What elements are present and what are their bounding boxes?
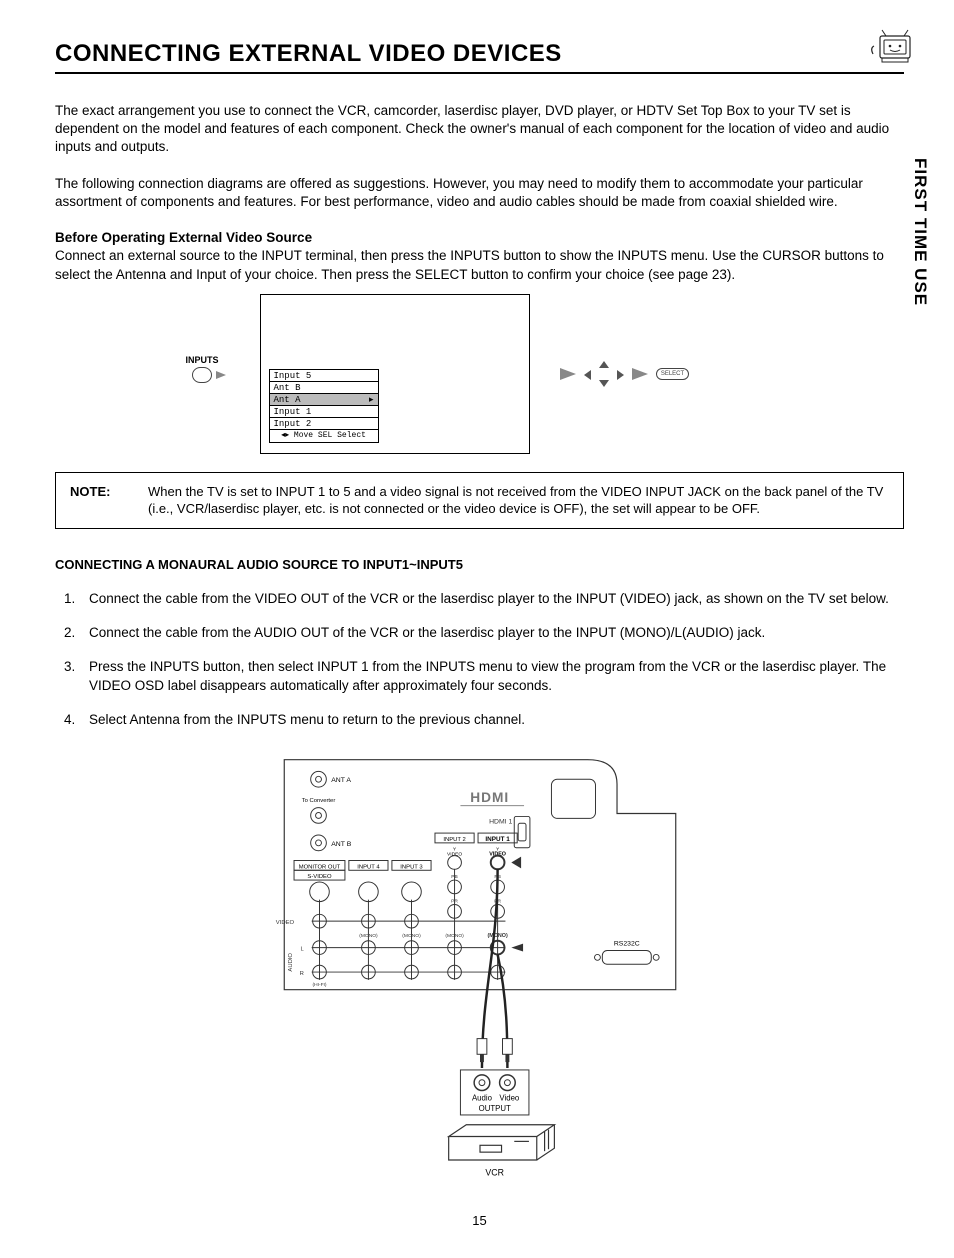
svg-text:RS232C: RS232C [613, 941, 639, 948]
arrow-icon [632, 368, 648, 380]
svg-text:VCR: VCR [485, 1168, 504, 1178]
connection-diagram: HDMI HDMI 1 ANT A To Converter ANT B MON… [55, 745, 904, 1205]
intro-paragraph-2: The following connection diagrams are of… [55, 175, 904, 211]
note-text: When the TV is set to INPUT 1 to 5 and a… [148, 483, 889, 518]
hdmi-logo: HDMI [470, 790, 509, 805]
svg-text:R: R [299, 971, 303, 977]
svg-text:To Converter: To Converter [301, 798, 335, 804]
svg-text:INPUT 2: INPUT 2 [443, 837, 465, 843]
inputs-menu-diagram: INPUTS Input 5 Ant B Ant A▸ Input 1 Inpu… [55, 294, 904, 454]
select-button-icon: SELECT [656, 368, 689, 380]
step-item: Press the INPUTS button, then select INP… [79, 658, 904, 694]
svg-text:ANT A: ANT A [331, 777, 351, 784]
page: FIRST TIME USE CONNECTING EXTERNAL VIDEO… [0, 0, 954, 1258]
svg-text:VIDEO: VIDEO [489, 852, 506, 858]
inputs-menu-list: Input 5 Ant B Ant A▸ Input 1 Input 2 ◂▸ … [269, 369, 379, 443]
svg-text:S-VIDEO: S-VIDEO [307, 874, 332, 880]
arrow-icon [216, 371, 226, 379]
note-box: NOTE: When the TV is set to INPUT 1 to 5… [55, 472, 904, 529]
before-operating-block: Before Operating External Video Source C… [55, 229, 904, 284]
svg-text:INPUT 3: INPUT 3 [400, 864, 422, 870]
page-title: CONNECTING EXTERNAL VIDEO DEVICES [55, 40, 904, 68]
step-item: Connect the cable from the VIDEO OUT of … [79, 590, 904, 608]
page-number: 15 [55, 1213, 904, 1228]
svg-text:AUDIO: AUDIO [288, 952, 294, 971]
step-item: Connect the cable from the AUDIO OUT of … [79, 624, 904, 642]
before-operating-head: Before Operating External Video Source [55, 230, 312, 245]
svg-text:HDMI 1: HDMI 1 [489, 818, 512, 825]
step-item: Select Antenna from the INPUTS menu to r… [79, 711, 904, 729]
arrow-icon [560, 368, 576, 380]
svg-text:Audio: Audio [471, 1093, 492, 1102]
tv-mascot-icon [868, 28, 924, 75]
osd-menu-box: INPUTS Input 5 Ant B Ant A▸ Input 1 Inpu… [260, 294, 530, 454]
svg-text:INPUT 1: INPUT 1 [485, 836, 510, 843]
dpad-icon [584, 361, 624, 387]
inputs-button-label: INPUTS [186, 355, 219, 383]
intro-paragraph-1: The exact arrangement you use to connect… [55, 102, 904, 157]
svg-text:VIDEO: VIDEO [275, 920, 294, 926]
svg-text:Video: Video [499, 1093, 519, 1102]
svg-text:OUTPUT: OUTPUT [478, 1104, 510, 1113]
before-operating-body: Connect an external source to the INPUT … [55, 248, 884, 281]
note-label: NOTE: [70, 483, 148, 518]
section-head-monaural: CONNECTING A MONAURAL AUDIO SOURCE TO IN… [55, 557, 904, 572]
cursor-select-graphic: SELECT [550, 294, 700, 454]
svg-text:INPUT 4: INPUT 4 [357, 864, 380, 870]
steps-list: Connect the cable from the VIDEO OUT of … [55, 590, 904, 729]
menu-footer: ◂▸ Move SEL Select [269, 429, 379, 443]
svg-text:(HI-FI): (HI-FI) [312, 982, 326, 988]
svg-text:MONITOR OUT: MONITOR OUT [298, 864, 340, 870]
side-tab-first-time-use: FIRST TIME USE [910, 158, 930, 306]
svg-text:L: L [300, 946, 304, 952]
svg-text:ANT B: ANT B [331, 841, 351, 848]
svg-text:VIDEO: VIDEO [446, 852, 461, 858]
inputs-button-icon [192, 367, 212, 383]
title-rule [55, 72, 904, 74]
